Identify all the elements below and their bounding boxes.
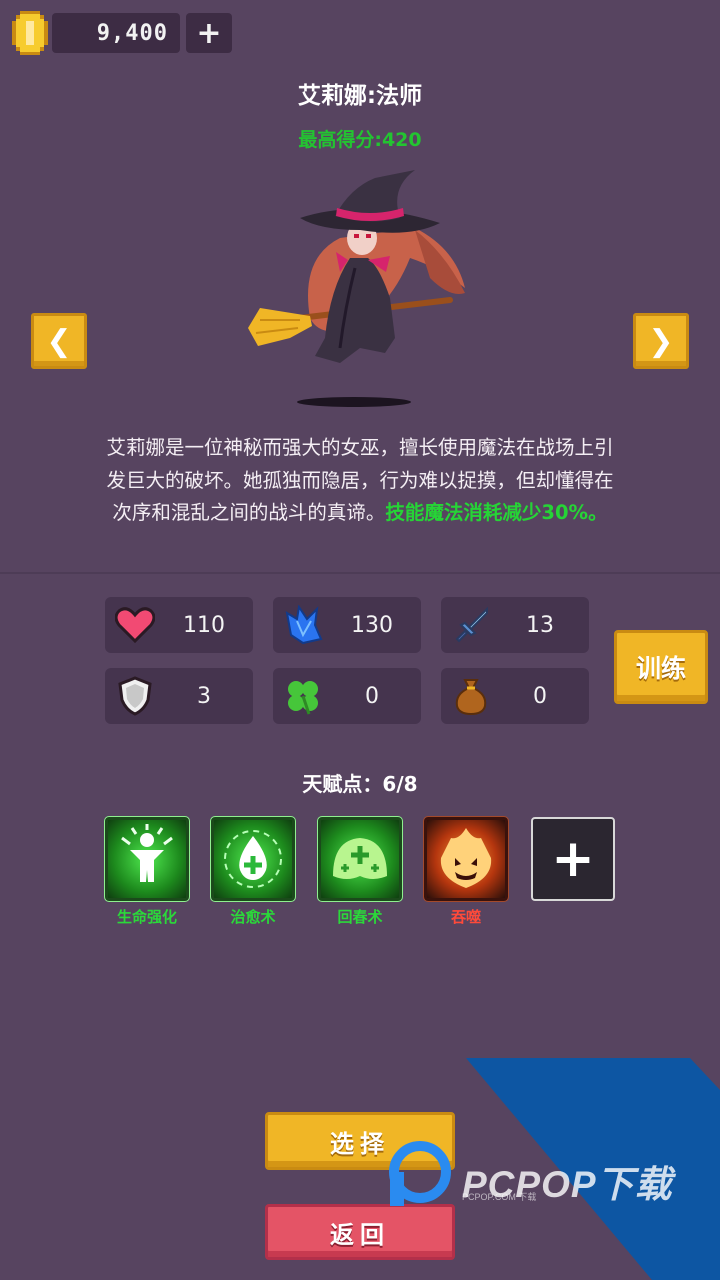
skill-name: 治愈术 — [230, 908, 276, 926]
description-bonus: 技能魔法消耗减少30%。 — [385, 501, 608, 524]
stat-value: 0 — [533, 683, 547, 709]
clover-icon — [273, 668, 333, 724]
stat-mana: 130 — [273, 597, 421, 653]
stat-attack: 13 — [441, 597, 589, 653]
next-hero-button[interactable]: ❯ — [633, 313, 689, 369]
hero-title: 艾莉娜:法师 — [297, 83, 423, 109]
shield-icon — [105, 668, 165, 724]
stat-value: 110 — [183, 612, 225, 638]
heart-icon — [105, 597, 165, 653]
money-bag-icon — [441, 668, 501, 724]
stat-health: 110 — [105, 597, 253, 653]
hero-description: 艾莉娜是一位神秘而强大的女巫，擅长使用魔法在战场上引发巨大的破坏。她孤独而隐居，… — [104, 432, 616, 530]
add-coins-button[interactable]: + — [186, 13, 232, 53]
skill-name: 生命强化 — [116, 908, 177, 926]
stat-gold: 0 — [441, 668, 589, 724]
back-button[interactable]: 返回 — [265, 1204, 455, 1260]
currency-bar: 9,400 + — [12, 11, 232, 55]
previous-hero-button[interactable]: ❮ — [31, 313, 87, 369]
add-skill-button[interactable]: + — [531, 817, 615, 901]
stat-value: 3 — [197, 683, 211, 709]
talent-points: 天赋点：6/8 — [302, 772, 418, 796]
stat-value: 13 — [526, 612, 554, 638]
best-score: 最高得分:420 — [298, 129, 422, 151]
skill-slot-life-boost[interactable] — [104, 816, 190, 902]
heal-drop-icon — [224, 830, 282, 888]
train-button[interactable]: 训练 — [614, 630, 708, 704]
section-divider — [0, 572, 720, 574]
watermark-subtext: PCPOP.COM 下载 — [462, 1192, 537, 1202]
select-button[interactable]: 选择 — [265, 1112, 455, 1170]
coin-amount: 9,400 — [52, 13, 180, 53]
life-boost-icon — [121, 824, 173, 882]
skill-name: 回春术 — [337, 908, 383, 926]
witch-on-broom-icon — [248, 170, 465, 407]
stat-defense: 3 — [105, 668, 253, 724]
rejuvenation-icon — [333, 838, 387, 879]
stat-value: 130 — [351, 612, 393, 638]
stat-value: 0 — [365, 683, 379, 709]
coin-icon — [12, 11, 48, 55]
sword-icon — [441, 597, 501, 653]
hero-portrait — [240, 168, 480, 418]
stat-luck: 0 — [273, 668, 421, 724]
chevron-right-icon: ❯ — [648, 323, 674, 359]
mana-crystal-icon — [273, 597, 333, 653]
skill-slot-devour[interactable] — [423, 816, 509, 902]
skill-name: 吞噬 — [450, 908, 481, 926]
skill-slot-rejuvenation[interactable] — [317, 816, 403, 902]
chevron-left-icon: ❮ — [46, 323, 72, 359]
skill-slot-heal[interactable] — [210, 816, 296, 902]
devour-fire-icon — [440, 828, 492, 888]
